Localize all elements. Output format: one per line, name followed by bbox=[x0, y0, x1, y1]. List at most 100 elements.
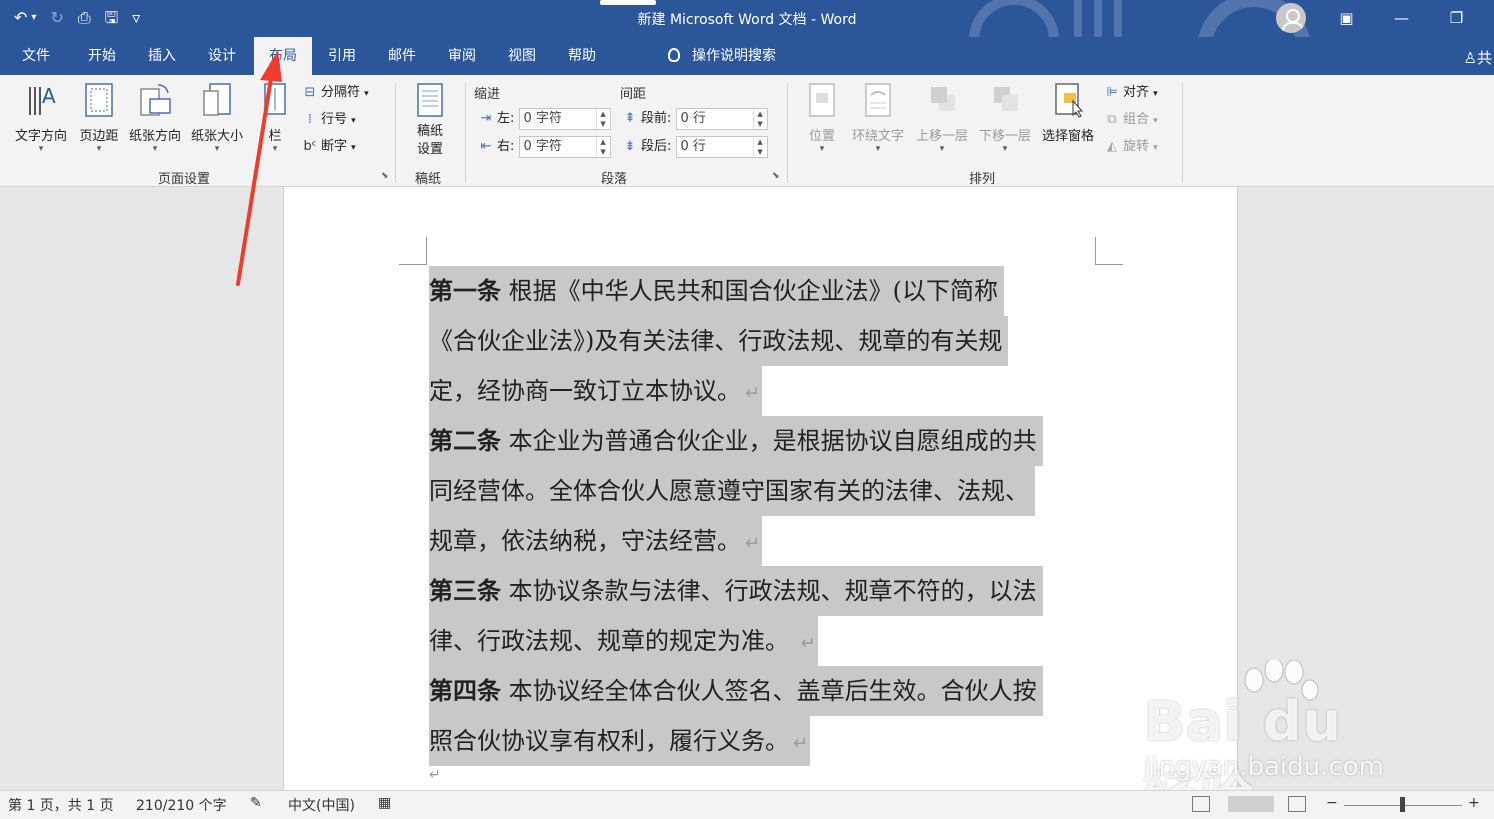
paragraph-line[interactable]: 规章，依法纳税，守法经营。 ↵ bbox=[429, 516, 763, 566]
align-icon: ⊫ bbox=[1106, 85, 1118, 100]
breaks-button[interactable]: ⊟ 分隔符 ▾ bbox=[302, 81, 369, 100]
margins-icon bbox=[85, 83, 113, 117]
hyphenation-button[interactable]: bᶜ 断字 ▾ bbox=[302, 135, 355, 154]
group-separator bbox=[1182, 83, 1183, 183]
window-title: 新建 Microsoft Word 文档 - Word bbox=[0, 0, 1494, 29]
spacing-after-icon: ⇟ bbox=[624, 139, 636, 154]
indent-left-row: ⇥ 左: 0 字符 ▲ ▼ bbox=[478, 107, 611, 130]
ribbon-layout: A 文字方向 ▾ 页边距 ▾ 纸张方向 ▾ 纸张大小 ▾ 栏 ▾ ⊟ 分隔符 ▾… bbox=[0, 75, 1494, 187]
spacing-before-icon: ⇞ bbox=[624, 111, 636, 126]
margins-button[interactable]: 页边距 ▾ bbox=[74, 81, 124, 154]
group-separator bbox=[465, 83, 466, 183]
spinner-arrows-icon[interactable]: ▲ ▼ bbox=[595, 108, 610, 129]
indent-right-row: ⇤ 右: 0 字符 ▲ ▼ bbox=[478, 135, 611, 158]
tab-mailings[interactable]: 邮件 bbox=[374, 37, 430, 75]
ribbon-tabs: 文件 开始 插入 设计 布局 引用 邮件 审阅 视图 帮助 操作说明搜索 ♙共 bbox=[0, 37, 1494, 75]
red-arrow-annotation-icon bbox=[236, 50, 282, 286]
restore-icon[interactable]: ❐ bbox=[1429, 4, 1484, 32]
paragraph-line[interactable]: 照合伙协议享有权利，履行义务。 ↵ bbox=[429, 716, 811, 766]
title-bar: ↶ ▾ ↻ ⎙ 🖫 ▿ 新建 Microsoft Word 文档 - Word … bbox=[0, 0, 1494, 37]
manuscript-group-label: 稿纸 bbox=[415, 172, 442, 187]
indent-heading: 缩进 bbox=[474, 87, 501, 102]
text-direction-button[interactable]: A 文字方向 ▾ bbox=[8, 81, 74, 154]
paragraph-line[interactable]: 定，经协商一致订立本协议。 ↵ bbox=[429, 366, 763, 416]
minimize-icon[interactable]: — bbox=[1374, 4, 1429, 32]
read-mode-icon[interactable] bbox=[1192, 796, 1210, 812]
spacing-after-row: ⇟ 段后: 0 行 ▲ ▼ bbox=[622, 135, 768, 158]
paragraph-launcher-icon[interactable]: ⬊ bbox=[772, 171, 780, 181]
paragraph-line[interactable]: 第三条 本协议条款与法律、行政法规、规章不符的，以法 bbox=[429, 566, 1043, 616]
position-button[interactable]: 位置 ▾ bbox=[800, 81, 844, 154]
tab-references[interactable]: 引用 bbox=[314, 37, 370, 75]
manuscript-icon bbox=[417, 83, 443, 117]
spinner-arrows-icon[interactable]: ▲ ▼ bbox=[752, 108, 767, 129]
paragraph-line[interactable]: 《合伙企业法》)及有关法律、行政法规、规章的有关规 bbox=[429, 316, 1009, 366]
send-backward-button[interactable]: 下移一层 ▾ bbox=[975, 81, 1035, 154]
position-icon bbox=[809, 83, 835, 117]
ribbon-display-options-icon[interactable]: ▣ bbox=[1319, 4, 1374, 32]
tab-help[interactable]: 帮助 bbox=[554, 37, 610, 75]
tab-file[interactable]: 文件 bbox=[8, 37, 64, 75]
zoom-in-button[interactable]: + bbox=[1468, 795, 1480, 811]
indent-right-icon: ⇤ bbox=[480, 139, 492, 154]
paragraph-line[interactable]: 同经营体。全体合伙人愿意遵守国家有关的法律、法规、 bbox=[429, 466, 1035, 516]
group-button[interactable]: ⧉ 组合 ▾ bbox=[1104, 108, 1157, 127]
loading-indicator bbox=[600, 0, 656, 5]
tab-view[interactable]: 视图 bbox=[494, 37, 550, 75]
group-separator bbox=[787, 83, 788, 183]
paragraph-line[interactable]: 第一条 根据《中华人民共和国合伙企业法》(以下简称 bbox=[429, 266, 1004, 316]
macro-icon[interactable]: ▦ bbox=[378, 795, 391, 811]
group-separator bbox=[395, 83, 396, 183]
spacing-after-input[interactable]: 0 行 ▲ ▼ bbox=[675, 135, 768, 158]
lightbulb-icon bbox=[668, 48, 680, 62]
align-button[interactable]: ⊫ 对齐 ▾ bbox=[1104, 81, 1157, 100]
page-setup-group-label: 页面设置 bbox=[158, 172, 211, 187]
selection-pane-icon bbox=[1055, 83, 1084, 118]
document-area[interactable]: 第一条 根据《中华人民共和国合伙企业法》(以下简称 《合伙企业法》)及有关法律、… bbox=[0, 187, 1494, 790]
send-backward-icon bbox=[994, 87, 1018, 111]
web-layout-icon[interactable] bbox=[1288, 796, 1306, 812]
print-layout-icon[interactable] bbox=[1228, 796, 1274, 812]
language-indicator[interactable]: 中文(中国) bbox=[288, 795, 355, 815]
page-count[interactable]: 第 1 页，共 1 页 bbox=[8, 795, 114, 815]
spacing-before-input[interactable]: 0 行 ▲ ▼ bbox=[675, 107, 768, 130]
zoom-slider-thumb[interactable] bbox=[1400, 797, 1405, 812]
bring-forward-button[interactable]: 上移一层 ▾ bbox=[912, 81, 972, 154]
status-bar: 第 1 页，共 1 页 210/210 个字 ✎ 中文(中国) ▦ − + bbox=[0, 790, 1494, 819]
word-count[interactable]: 210/210 个字 bbox=[136, 795, 227, 815]
svg-text:A: A bbox=[42, 84, 56, 108]
indent-left-icon: ⇥ bbox=[480, 111, 492, 126]
page-setup-launcher-icon[interactable]: ⬊ bbox=[381, 171, 389, 181]
rotate-icon: ◭ bbox=[1107, 139, 1117, 154]
orientation-icon bbox=[140, 84, 171, 116]
rotate-button[interactable]: ◭ 旋转 ▾ bbox=[1104, 135, 1158, 154]
spinner-arrows-icon[interactable]: ▲ ▼ bbox=[752, 136, 767, 157]
paragraph-end-mark: ↵ bbox=[429, 767, 441, 783]
indent-right-input[interactable]: 0 字符 ▲ ▼ bbox=[518, 135, 611, 158]
margin-corner-mark bbox=[1095, 237, 1123, 265]
indent-left-input[interactable]: 0 字符 ▲ ▼ bbox=[518, 107, 611, 130]
account-avatar-icon[interactable] bbox=[1276, 3, 1306, 33]
window-controls: ▣ — ❐ bbox=[1319, 4, 1484, 32]
group-icon: ⧉ bbox=[1107, 112, 1117, 127]
proofing-icon[interactable]: ✎ bbox=[250, 795, 262, 811]
spinner-arrows-icon[interactable]: ▲ ▼ bbox=[595, 136, 610, 157]
paragraph-line[interactable]: 第四条 本协议经全体合伙人签名、盖章后生效。合伙人按 bbox=[429, 666, 1043, 716]
zoom-out-button[interactable]: − bbox=[1326, 795, 1338, 811]
text-direction-icon: A bbox=[29, 84, 56, 115]
margin-corner-mark bbox=[399, 237, 427, 265]
line-numbers-button[interactable]: ⁞ 行号 ▾ bbox=[302, 108, 356, 127]
paragraph-line[interactable]: 律、行政法规、规章的规定为准。 ↵ bbox=[429, 616, 818, 666]
wrap-text-button[interactable]: 环绕文字 ▾ bbox=[846, 81, 910, 154]
paragraph-group-label: 段落 bbox=[601, 172, 628, 187]
paragraph-line[interactable]: 第二条 本企业为普通合伙企业，是根据协议自愿组成的共 bbox=[429, 416, 1043, 466]
share-button[interactable]: ♙共 bbox=[1464, 47, 1492, 68]
selection-pane-button[interactable]: 选择窗格 bbox=[1037, 81, 1099, 144]
tab-home[interactable]: 开始 bbox=[74, 37, 130, 75]
tell-me-search[interactable]: 操作说明搜索 bbox=[668, 37, 776, 75]
tab-insert[interactable]: 插入 bbox=[134, 37, 190, 75]
orientation-button[interactable]: 纸张方向 ▾ bbox=[124, 81, 186, 154]
manuscript-settings-button[interactable]: 稿纸 设置 bbox=[404, 81, 456, 159]
document-page[interactable]: 第一条 根据《中华人民共和国合伙企业法》(以下简称 《合伙企业法》)及有关法律、… bbox=[283, 187, 1238, 790]
tab-review[interactable]: 审阅 bbox=[434, 37, 490, 75]
